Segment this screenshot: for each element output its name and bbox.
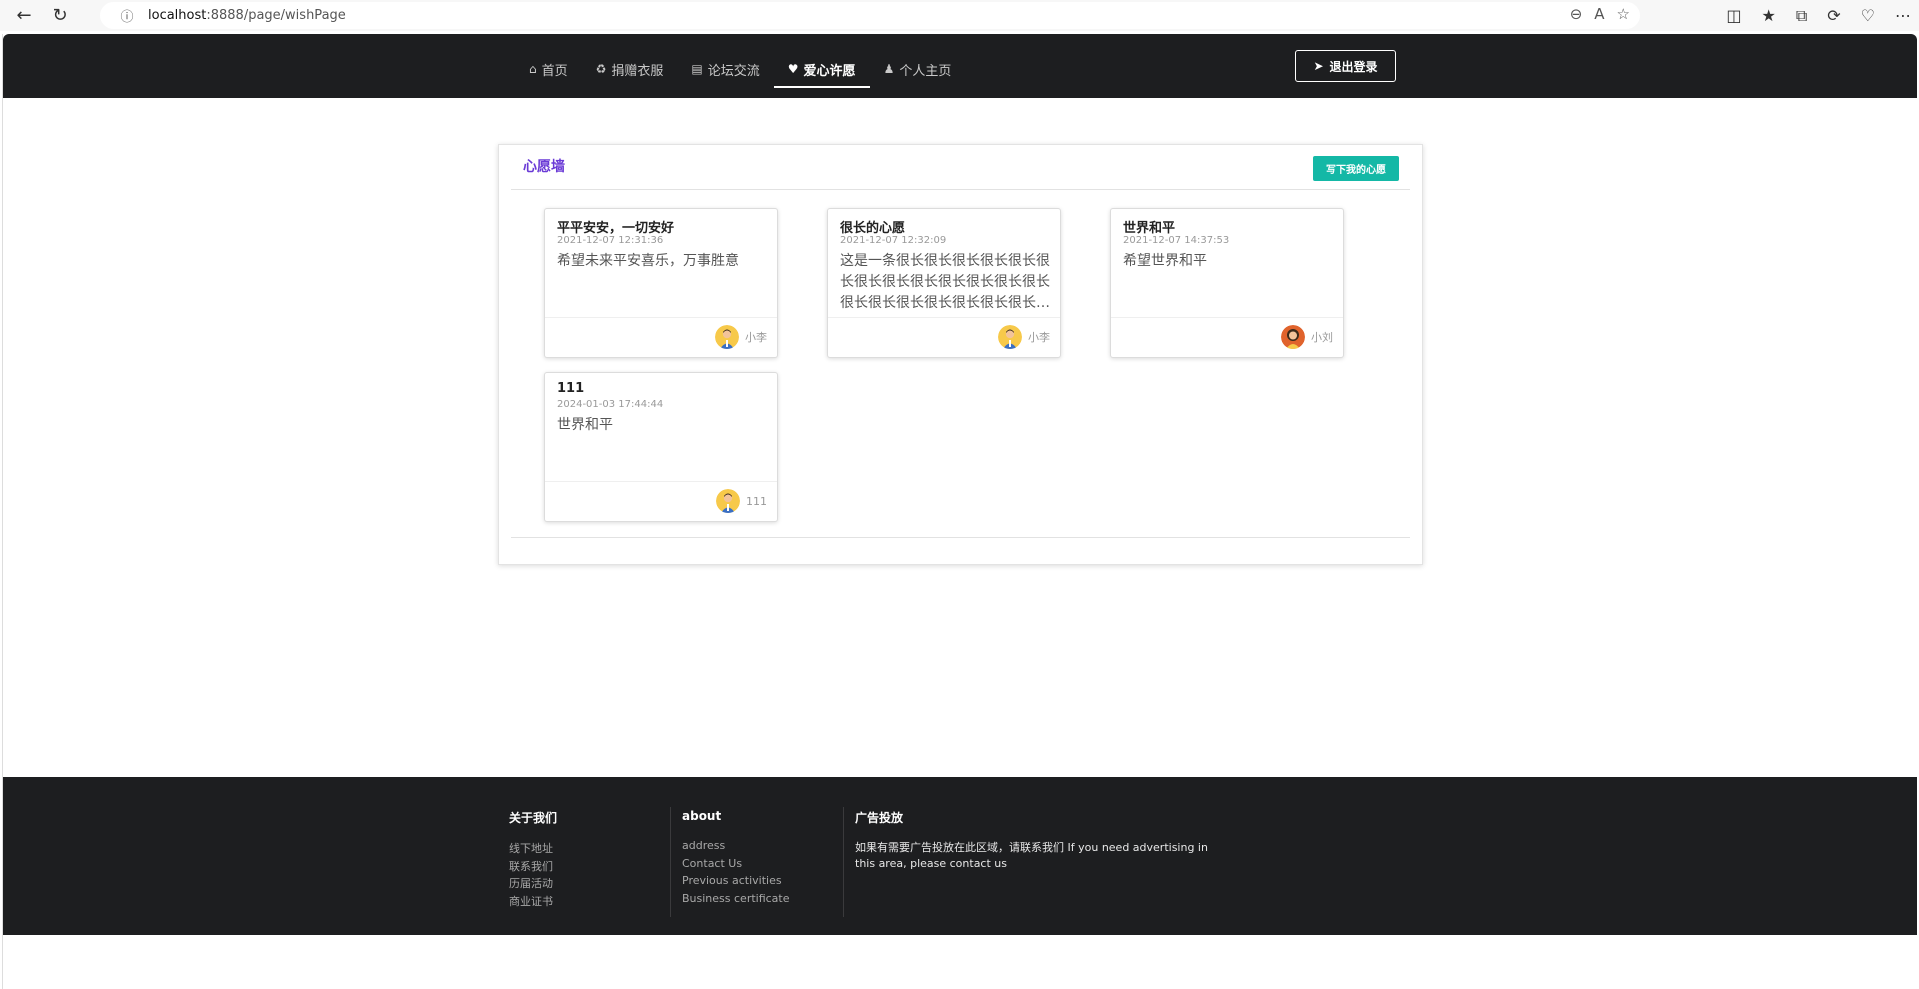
send-icon: ➤ (1313, 59, 1324, 73)
footer-link[interactable]: Business certificate (682, 890, 790, 908)
wish-card[interactable]: 平平安安，一切安好 2021-12-07 12:31:36 希望未来平安喜乐，万… (544, 208, 778, 358)
footer-divider (670, 807, 671, 917)
nav-item-label: 首页 (541, 63, 568, 79)
site-info-icon[interactable]: ⓘ (114, 6, 140, 25)
wish-card[interactable]: 111 2024-01-03 17:44:44 世界和平 111 (544, 372, 778, 522)
nav-item-label: 个人主页 (899, 63, 952, 79)
wish-card[interactable]: 很长的心愿 2021-12-07 12:32:09 这是一条很长很长很长很长很长… (827, 208, 1061, 358)
footer-link[interactable]: address (682, 837, 790, 855)
collections-icon[interactable]: ⧉ (1796, 6, 1807, 26)
nav-item-home[interactable]: ⌂ 首页 (515, 52, 582, 86)
wish-content: 希望未来平安喜乐，万事胜意 (557, 253, 739, 269)
footer-link[interactable]: 历届活动 (509, 875, 557, 893)
split-screen-icon[interactable]: ◫ (1726, 6, 1741, 25)
wish-content: 世界和平 (557, 417, 613, 433)
zoom-out-icon[interactable]: ⊖ (1570, 5, 1583, 23)
footer-about-en: about address Contact Us Previous activi… (682, 809, 790, 907)
wish-author: 小李 (715, 325, 767, 349)
wish-title: 111 (557, 381, 585, 396)
avatar (1281, 325, 1305, 349)
wish-card-footer: 小李 (828, 317, 1060, 357)
footer-about-cn: 关于我们 线下地址 联系我们 历届活动 商业证书 (509, 809, 557, 910)
write-wish-button[interactable]: 写下我的心愿 (1313, 156, 1399, 181)
url-text[interactable]: localhost:8888/page/wishPage (148, 8, 346, 23)
wish-date: 2024-01-03 17:44:44 (557, 399, 664, 410)
author-name: 111 (746, 494, 767, 508)
author-name: 小刘 (1311, 331, 1333, 344)
read-aloud-icon[interactable]: A (1594, 5, 1604, 23)
nav-item-label: 论坛交流 (707, 63, 760, 79)
wish-author: 小李 (998, 325, 1050, 349)
nav-item-donate-clothes[interactable]: ♻ 捐赠衣服 (582, 52, 678, 86)
nav-item-forum[interactable]: ▤ 论坛交流 (677, 52, 773, 86)
user-icon: ♟ (883, 62, 895, 76)
author-name: 小李 (745, 331, 767, 344)
reload-icon[interactable]: ↻ (42, 0, 78, 31)
panel-title: 心愿墙 (523, 159, 565, 175)
browser-toolbar: ← ↻ ⓘ localhost:8888/page/wishPage ⊖ A ☆… (0, 0, 1919, 31)
back-arrow-icon[interactable]: ← (6, 0, 42, 31)
nav-item-profile[interactable]: ♟ 个人主页 (870, 52, 966, 86)
wish-card-footer: 小刘 (1111, 317, 1343, 357)
top-navbar: ⌂ 首页 ♻ 捐赠衣服 ▤ 论坛交流 ♥ 爱心许愿 ♟ 个人主页 ➤ 退出登录 (3, 34, 1917, 98)
footer-heading: 关于我们 (509, 811, 558, 825)
footer-link[interactable]: 联系我们 (509, 858, 557, 876)
avatar (715, 325, 739, 349)
footer-heading: about (682, 809, 722, 823)
footer-link[interactable]: Contact Us (682, 855, 790, 873)
wish-title: 世界和平 (1123, 221, 1176, 236)
wish-title: 平平安安，一切安好 (557, 221, 675, 236)
avatar (716, 489, 740, 513)
wish-date: 2021-12-07 14:37:53 (1123, 235, 1230, 246)
recycle-icon: ♻ (595, 62, 607, 76)
wish-card[interactable]: 世界和平 2021-12-07 14:37:53 希望世界和平 小刘 (1110, 208, 1344, 358)
wish-wall-panel: 心愿墙 写下我的心愿 平平安安，一切安好 2021-12-07 12:31:36… (498, 144, 1423, 565)
footer-link[interactable]: 商业证书 (509, 893, 557, 911)
nav-item-label: 捐赠衣服 (611, 63, 664, 79)
logout-label: 退出登录 (1329, 59, 1378, 74)
divider (511, 537, 1410, 538)
nav-menu: ⌂ 首页 ♻ 捐赠衣服 ▤ 论坛交流 ♥ 爱心许愿 ♟ 个人主页 (515, 52, 966, 88)
history-icon[interactable]: ⟳ (1827, 6, 1840, 25)
wish-content: 希望世界和平 (1123, 253, 1207, 269)
favorite-star-icon[interactable]: ☆ (1617, 5, 1630, 23)
avatar (998, 325, 1022, 349)
footer-link[interactable]: Previous activities (682, 872, 790, 890)
url-path: :8888/page/wishPage (206, 8, 346, 23)
more-menu-icon[interactable]: ⋯ (1895, 6, 1911, 25)
author-name: 小李 (1028, 331, 1050, 344)
advertising-text: 如果有需要广告投放在此区域，请联系我们 If you need advertis… (855, 841, 1208, 870)
wish-author: 小刘 (1281, 325, 1333, 349)
logout-button[interactable]: ➤ 退出登录 (1295, 50, 1396, 82)
divider (511, 189, 1410, 190)
nav-item-label: 爱心许愿 (803, 63, 856, 79)
wish-card-footer: 111 (545, 481, 777, 521)
favorites-icon[interactable]: ★ (1761, 6, 1775, 25)
wish-title: 很长的心愿 (840, 221, 906, 236)
ticket-icon: ▤ (691, 62, 703, 76)
nav-item-wish[interactable]: ♥ 爱心许愿 (773, 52, 870, 88)
home-icon: ⌂ (529, 62, 537, 76)
heart-icon: ♥ (787, 62, 799, 76)
footer-heading: 广告投放 (855, 811, 904, 825)
wish-card-footer: 小李 (545, 317, 777, 357)
footer-link[interactable]: 线下地址 (509, 840, 557, 858)
wish-date: 2021-12-07 12:32:09 (840, 235, 947, 246)
address-bar[interactable]: ⓘ localhost:8888/page/wishPage ⊖ A ☆ (100, 2, 1640, 29)
footer-divider (843, 807, 844, 917)
wish-date: 2021-12-07 12:31:36 (557, 235, 664, 246)
app-page: ⌂ 首页 ♻ 捐赠衣服 ▤ 论坛交流 ♥ 爱心许愿 ♟ 个人主页 ➤ 退出登录 (2, 34, 1917, 989)
site-footer: 关于我们 线下地址 联系我们 历届活动 商业证书 about address C… (3, 777, 1917, 935)
wish-author: 111 (716, 489, 767, 513)
url-host: localhost (148, 8, 207, 23)
footer-advertising: 广告投放 如果有需要广告投放在此区域，请联系我们 If you need adv… (855, 809, 1225, 872)
wish-content: 这是一条很长很长很长很长很长很长很长很长很长很长很长很长很长很长很长很长很长很长… (840, 253, 1050, 311)
browser-essentials-icon[interactable]: ♡ (1861, 6, 1875, 25)
